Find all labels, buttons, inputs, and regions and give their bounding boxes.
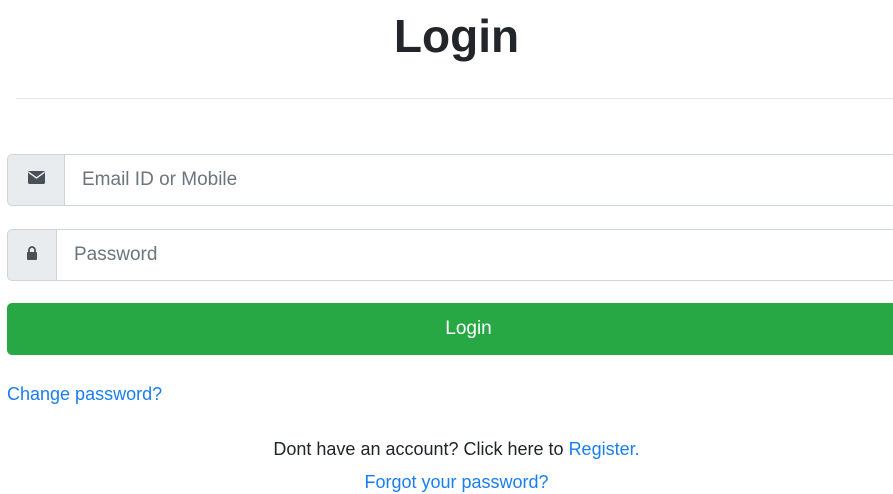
title-divider [16, 98, 893, 99]
forgot-password-link[interactable]: Forgot your password? [364, 472, 548, 492]
login-button[interactable]: Login [7, 303, 893, 355]
email-addon [7, 154, 64, 206]
envelope-icon [27, 171, 45, 189]
password-addon [7, 229, 56, 281]
change-password-link[interactable]: Change password? [7, 381, 162, 407]
email-field[interactable] [64, 154, 893, 206]
email-input-group [7, 154, 893, 206]
login-page: Login Login Change password? [0, 0, 893, 494]
register-link[interactable]: Register. [569, 439, 640, 459]
register-prompt-text: Dont have an account? Click here to [273, 439, 569, 459]
login-button-label: Login [445, 318, 492, 339]
password-input-group [7, 229, 893, 281]
register-prompt: Dont have an account? Click here to Regi… [0, 436, 893, 462]
password-field[interactable] [56, 229, 893, 281]
lock-icon [26, 245, 38, 265]
forgot-password-row: Forgot your password? [0, 469, 893, 494]
page-title: Login [393, 10, 520, 62]
